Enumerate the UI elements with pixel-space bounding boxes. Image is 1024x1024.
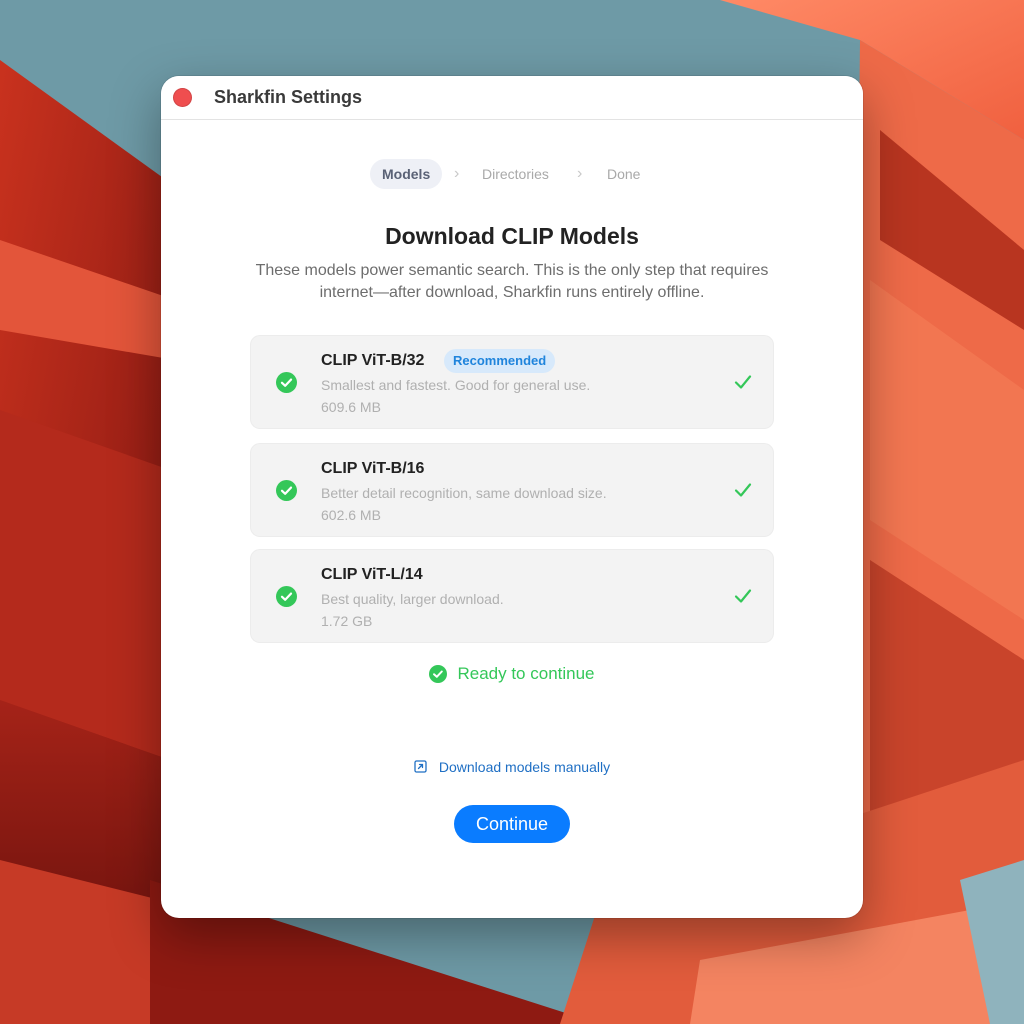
model-name: CLIP ViT-L/14 [321,566,423,583]
page-title: Download CLIP Models [385,223,639,249]
model-description: Best quality, larger download. [321,591,504,607]
recommended-badge: Recommended [444,349,556,373]
chevron-right-icon: › [577,165,583,182]
model-name: CLIP ViT-B/32 [321,352,425,369]
model-name: CLIP ViT-B/16 [321,460,425,477]
download-manually-label[interactable]: Download models manually [439,759,610,775]
step-models[interactable]: Models [370,159,443,189]
settings-window: Sharkfin Settings Models › Directories ›… [161,76,863,918]
check-circle-icon [429,665,448,683]
model-size: 1.72 GB [321,613,373,629]
step-done[interactable]: Done [607,159,640,189]
check-circle-icon [276,480,297,501]
window-title: Sharkfin Settings [214,87,363,107]
model-card-vit-b16[interactable]: CLIP ViT-B/16 Better detail recognition,… [251,444,773,536]
model-card-vit-l14[interactable]: CLIP ViT-L/14 Best quality, larger downl… [251,550,773,642]
ready-status: Ready to continue [161,664,863,686]
model-card-vit-b32[interactable]: CLIP ViT-B/32 Recommended Smallest and f… [251,336,773,428]
model-description: Smallest and fastest. Good for general u… [321,377,591,393]
setup-steps: Models › Directories › Done [161,159,863,189]
checkmark-icon [734,483,752,497]
page-description: These models power semantic search. This… [255,262,769,301]
model-description: Better detail recognition, same download… [321,485,607,501]
model-size: 602.6 MB [321,507,381,523]
ready-status-text: Ready to continue [457,664,595,683]
title-bar[interactable]: Sharkfin Settings [161,76,863,120]
checkmark-icon [734,375,752,389]
close-window-button[interactable] [173,88,192,107]
external-link-icon [414,760,427,773]
check-circle-icon [276,372,297,393]
chevron-right-icon: › [454,165,460,182]
checkmark-icon [734,589,752,603]
continue-button[interactable]: Continue [454,805,570,843]
download-manually-link[interactable]: Download models manually [161,758,863,778]
model-size: 609.6 MB [321,399,381,415]
check-circle-icon [276,586,297,607]
step-directories[interactable]: Directories [482,159,549,189]
